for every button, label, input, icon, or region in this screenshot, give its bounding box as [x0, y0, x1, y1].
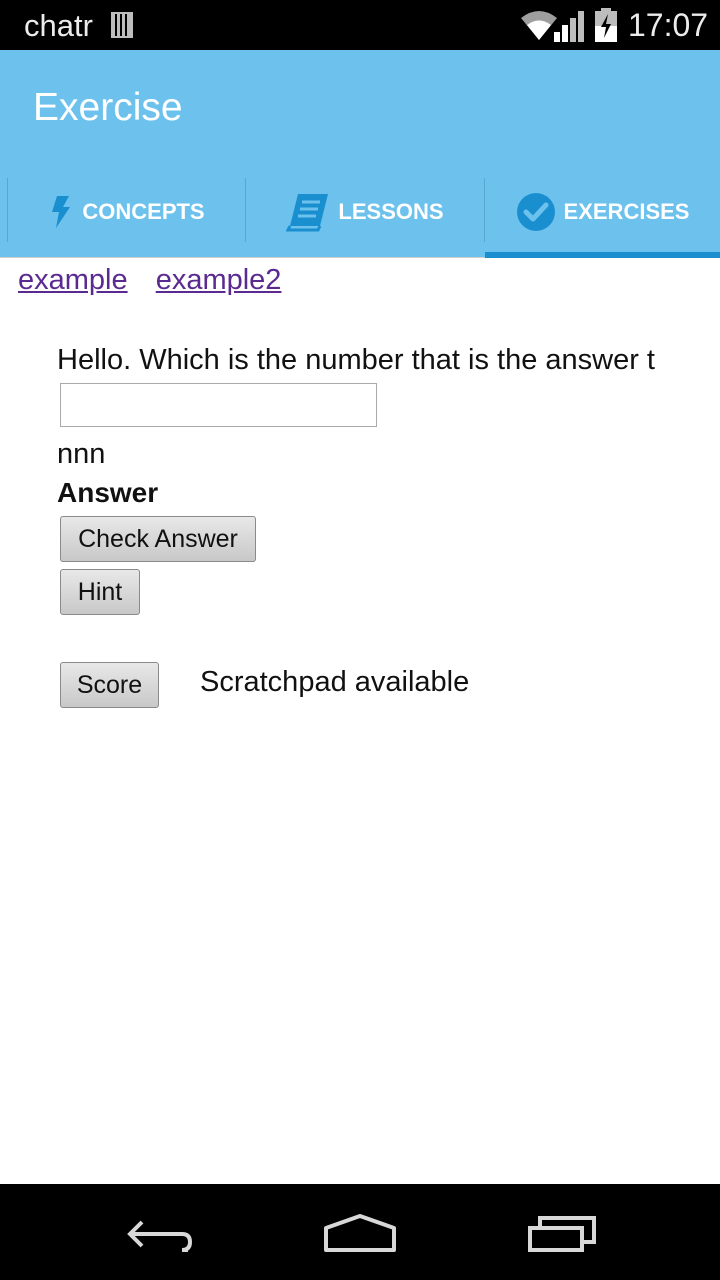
- link-example2[interactable]: example2: [156, 264, 282, 296]
- back-icon[interactable]: [122, 1212, 196, 1256]
- carrier-label: chatr: [24, 8, 93, 43]
- recent-apps-icon[interactable]: [524, 1212, 600, 1256]
- tab-lessons[interactable]: LESSONS: [246, 166, 484, 258]
- question-text: Hello. Which is the number that is the a…: [57, 344, 655, 376]
- check-answer-button[interactable]: Check Answer: [60, 516, 256, 562]
- book-icon: [286, 194, 329, 232]
- tab-concepts[interactable]: CONCEPTS: [8, 166, 245, 258]
- score-button[interactable]: Score: [60, 662, 159, 708]
- tab-label: CONCEPTS: [82, 199, 205, 224]
- tab-label: EXERCISES: [563, 199, 690, 224]
- nnn-text: nnn: [57, 438, 106, 470]
- action-bar: Exercise: [0, 50, 720, 166]
- tab-label: LESSONS: [338, 199, 444, 224]
- example-links: example example2: [18, 264, 301, 297]
- hint-button[interactable]: Hint: [60, 569, 140, 615]
- checkmark-circle-icon: [516, 193, 555, 231]
- scratchpad-text: Scratchpad available: [200, 666, 470, 698]
- status-bar: chatr 17:07: [0, 0, 720, 50]
- home-icon[interactable]: [320, 1210, 400, 1256]
- sim-card-icon: [111, 12, 133, 38]
- answer-input[interactable]: [60, 383, 377, 427]
- link-example[interactable]: example: [18, 264, 128, 296]
- battery-charging-icon: [595, 8, 617, 42]
- clock: 17:07: [628, 7, 709, 43]
- lightning-icon: [52, 196, 71, 228]
- tab-bar: CONCEPTS LESSONS EXERCISES: [0, 166, 720, 258]
- tab-exercises[interactable]: EXERCISES: [485, 166, 720, 258]
- app-title: Exercise: [33, 86, 183, 129]
- cell-signal-icon: [554, 11, 584, 42]
- selected-tab-indicator: [485, 252, 720, 258]
- answer-label: Answer: [57, 477, 159, 508]
